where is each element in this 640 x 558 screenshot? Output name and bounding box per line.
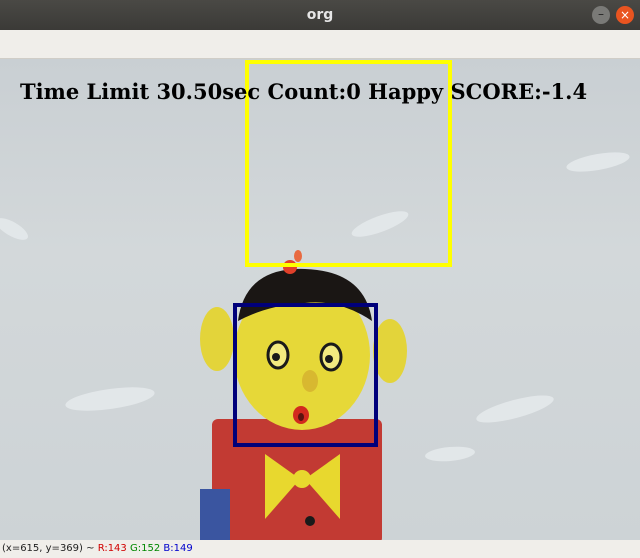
- app-window: org – × Time Limit 30.50sec Count:0 Happ…: [0, 0, 640, 558]
- pixel-green: G:152: [129, 543, 161, 554]
- window-title: org: [306, 7, 334, 23]
- pixel-red: R:143: [97, 543, 127, 554]
- close-icon[interactable]: ×: [616, 6, 634, 24]
- hud-text: Time Limit 30.50sec Count:0 Happy SCORE:…: [20, 79, 588, 104]
- cursor-coords: (x=615, y=369) ~: [2, 543, 95, 554]
- toolbar: [0, 30, 640, 59]
- title-bar: org – ×: [0, 0, 640, 30]
- status-bar: (x=615, y=369) ~ R:143 G:152 B:149: [0, 540, 640, 558]
- minimize-icon[interactable]: –: [592, 6, 610, 24]
- pixel-blue: B:149: [163, 543, 193, 554]
- camera-view[interactable]: Time Limit 30.50sec Count:0 Happy SCORE:…: [0, 59, 640, 540]
- face-detection-box: [233, 303, 378, 447]
